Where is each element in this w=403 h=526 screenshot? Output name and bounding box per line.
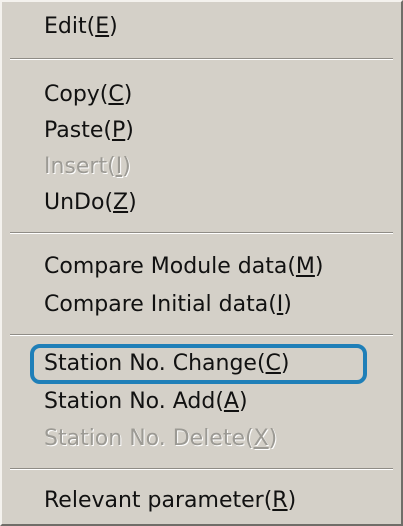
menu-separator xyxy=(10,232,393,234)
menu-item-compare-initial-data[interactable]: Compare Initial data(I) xyxy=(44,288,292,322)
menu-item-station-no-change[interactable]: Station No. Change(C) xyxy=(44,347,290,381)
menu-separator xyxy=(10,58,393,60)
menu-item-relevant-parameter[interactable]: Relevant parameter(R) xyxy=(44,484,296,518)
menu-item-station-no-add[interactable]: Station No. Add(A) xyxy=(44,385,248,419)
menu-item-insert: Insert(I) xyxy=(44,154,131,179)
menu-item-compare-module-data[interactable]: Compare Module data(M) xyxy=(44,250,324,284)
menu-item-paste[interactable]: Paste(P) xyxy=(44,114,134,148)
context-menu: Edit(E) Copy(C) Paste(P) Insert(I) UnDo(… xyxy=(0,0,403,526)
menu-item-copy[interactable]: Copy(C) xyxy=(44,78,132,112)
menu-item-station-no-delete: Station No. Delete(X) xyxy=(44,426,278,451)
menu-item-edit[interactable]: Edit(E) xyxy=(44,10,118,44)
menu-item-undo[interactable]: UnDo(Z) xyxy=(44,186,137,220)
menu-separator xyxy=(10,468,393,470)
menu-separator xyxy=(10,334,393,336)
